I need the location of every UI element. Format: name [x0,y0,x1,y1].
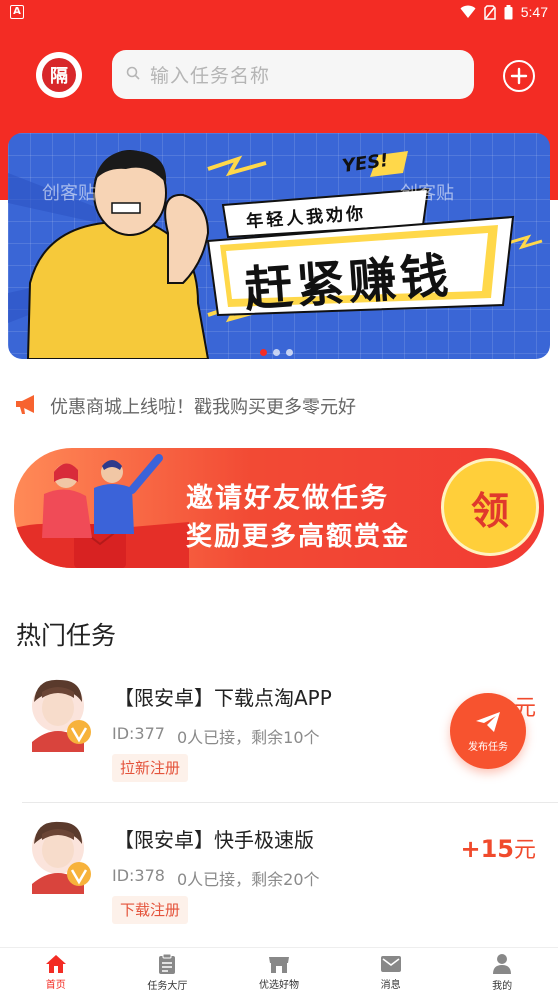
task-taken: 0人已接， [176,728,252,747]
nav-item-home[interactable]: 首页 [0,948,112,996]
task-progress: 0人已接，剩余20个 [177,866,320,890]
user-icon [493,953,512,974]
nav-item-profile[interactable]: 我的 [446,948,558,996]
claim-button[interactable]: 领 [441,458,539,556]
nav-label: 消息 [380,979,401,991]
task-taken: 0人已接， [176,870,252,889]
notification-icon: A [10,5,24,19]
pagination-dot[interactable] [273,349,280,356]
app-logo[interactable]: 隔 [36,52,82,98]
search-placeholder: 输入任务名称 [150,65,271,87]
status-bar: A 5:47 [0,0,558,24]
no-sim-icon [484,4,496,20]
task-avatar [32,821,91,894]
message-icon [380,955,401,972]
banner-watermark: 创客贴 [400,183,454,204]
divider [22,802,558,803]
invite-line1: 邀请好友做任务 [186,483,389,514]
task-id: ID:377 [112,724,165,743]
banner-watermark-left: 创客贴 [42,183,96,204]
invite-illustration [14,454,189,568]
notice-text: 优惠商城上线啦！戳我购买更多零元好 [50,397,356,418]
task-id: ID:378 [112,866,165,885]
task-remaining: 剩余10个 [251,728,320,747]
clipboard-icon [159,953,176,974]
nav-label: 我的 [492,980,513,992]
task-title: 【限安卓】快手极速版 [114,828,314,852]
notice-bar[interactable]: 优惠商城上线啦！戳我购买更多零元好 [14,392,544,420]
plus-icon [510,67,528,85]
pagination-dot[interactable] [286,349,293,356]
logo-mark: 隔 [42,58,76,92]
task-tag: 拉新注册 [112,754,189,782]
search-icon [126,65,140,84]
task-reward: +15元 [460,832,536,864]
wifi-icon [460,5,476,19]
nav-item-messages[interactable]: 消息 [335,948,447,996]
task-remaining: 剩余20个 [251,870,320,889]
status-time: 5:47 [520,4,548,20]
invite-banner[interactable]: 邀请好友做任务 奖励更多高额赏金 领 [14,448,544,568]
banner-line2: 赶紧赚钱 [242,247,455,319]
publish-task-label: 发布任务 [468,741,508,753]
nav-label: 优选好物 [258,979,299,991]
pagination-dot-active[interactable] [260,349,267,356]
publish-task-button[interactable]: 发布任务 [450,693,526,769]
search-input[interactable]: 输入任务名称 [112,50,474,99]
promo-banner[interactable]: YES! 创客贴 创客贴 年轻人我劝你 赶紧赚钱 [8,133,550,359]
task-reward-unit: 元 [513,838,536,863]
megaphone-icon [14,393,40,419]
paper-plane-icon [476,711,500,732]
nav-label: 任务大厅 [147,980,188,992]
task-tag: 下载注册 [112,896,189,924]
nav-item-task-hall[interactable]: 任务大厅 [112,948,224,996]
task-meta: ID:377 0人已接，剩余10个 [112,724,320,748]
nav-label: 首页 [45,979,66,991]
task-meta: ID:378 0人已接，剩余20个 [112,866,320,890]
task-card[interactable]: 【限安卓】快手极速版 ID:378 0人已接，剩余20个 下载注册 +15元 [22,814,542,954]
banner-pagination [260,349,293,356]
invite-line2: 奖励更多高额赏金 [186,522,411,552]
store-icon [268,956,289,973]
task-title: 【限安卓】下载点淘APP [114,686,332,710]
nav-item-store[interactable]: 优选好物 [223,948,335,996]
section-title: 热门任务 [16,621,117,650]
banner-illustration [8,150,543,359]
home-icon [45,954,66,973]
task-reward-amount: +15 [460,835,514,863]
task-progress: 0人已接，剩余10个 [177,724,320,748]
add-button[interactable] [503,60,535,92]
battery-icon [504,4,513,20]
bottom-nav: 首页 任务大厅 优选好物 消息 我的 [0,947,558,996]
task-avatar [32,679,91,752]
